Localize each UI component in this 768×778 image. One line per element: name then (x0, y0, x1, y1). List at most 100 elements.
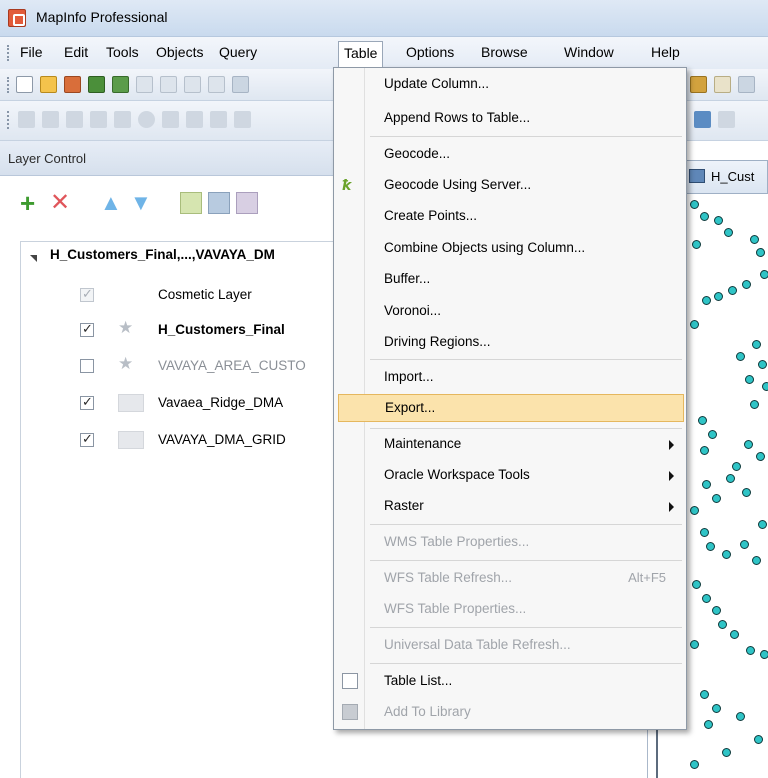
menu-edit[interactable]: Edit (58, 43, 94, 61)
menu-item-combine-objects[interactable]: Combine Objects using Column... (334, 234, 686, 262)
chart-icon[interactable] (690, 76, 707, 93)
new-map-icon[interactable] (88, 76, 105, 93)
map-point (754, 735, 763, 744)
reshape-icon[interactable] (694, 111, 711, 128)
layer-name: Vavaea_Ridge_DMA (158, 395, 284, 410)
menu-tools[interactable]: Tools (100, 43, 145, 61)
star-icon: ★ (118, 318, 134, 337)
menu-table[interactable]: Table (338, 41, 384, 67)
star-icon: ★ (118, 354, 134, 373)
menu-item-oracle-workspace-tools[interactable]: Oracle Workspace Tools (334, 461, 686, 489)
menu-query[interactable]: Query (213, 43, 263, 61)
menu-item-append-rows[interactable]: Append Rows to Table... (334, 104, 686, 132)
menu-window[interactable]: Window (558, 43, 620, 61)
menu-item-import[interactable]: Import... (334, 363, 686, 391)
new-grapher-icon[interactable] (112, 76, 129, 93)
menu-item-label: Create Points... (384, 208, 478, 223)
browser-icon[interactable] (714, 76, 731, 93)
ellipse-tool-icon[interactable] (138, 111, 155, 128)
label-properties-icon[interactable] (236, 192, 258, 214)
layout-icon[interactable] (738, 76, 755, 93)
polyline-tool-icon[interactable] (66, 111, 83, 128)
menu-item-label: Import... (384, 369, 434, 384)
arc-tool-icon[interactable] (90, 111, 107, 128)
layer-visibility-checkbox[interactable] (80, 359, 94, 373)
zoom-icon[interactable] (160, 76, 177, 93)
add-layer-icon[interactable]: + (20, 190, 42, 216)
polygon-tool-icon[interactable] (114, 111, 131, 128)
map-point (760, 650, 768, 659)
menu-item-maintenance[interactable]: Maintenance (334, 430, 686, 458)
mapinfo-app-icon[interactable] (8, 9, 26, 27)
menu-item-buffer[interactable]: Buffer... (334, 265, 686, 293)
map-point (746, 646, 755, 655)
menu-item-label: Append Rows to Table... (384, 110, 531, 125)
toolbar-grip[interactable] (7, 77, 10, 93)
menu-item-label: WMS Table Properties... (384, 534, 530, 549)
remove-layer-icon[interactable]: ✕ (50, 191, 72, 215)
layer-row-vavaea-ridge-dma[interactable]: Vavaea_Ridge_DMA (0, 393, 340, 415)
rounded-rectangle-tool-icon[interactable] (186, 111, 203, 128)
menu-item-update-column[interactable]: Update Column... (334, 70, 686, 98)
add-node-icon[interactable] (718, 111, 735, 128)
map-point (736, 352, 745, 361)
layer-row-h-customers-final[interactable]: ★ H_Customers_Final (0, 318, 340, 342)
table-list-icon (342, 673, 358, 689)
select-icon[interactable] (136, 76, 153, 93)
layer-row-cosmetic[interactable]: Cosmetic Layer (0, 285, 340, 307)
map-point (728, 286, 737, 295)
rectangle-tool-icon[interactable] (162, 111, 179, 128)
save-icon[interactable] (208, 76, 225, 93)
menu-item-geocode[interactable]: Geocode... (334, 140, 686, 168)
open-workspace-icon[interactable] (64, 76, 81, 93)
text-tool-icon[interactable] (210, 111, 227, 128)
layer-row-vavaya-dma-grid[interactable]: VAVAYA_DMA_GRID (0, 430, 340, 452)
menu-options[interactable]: Options (400, 43, 460, 61)
map-point (692, 240, 701, 249)
info-icon[interactable] (184, 76, 201, 93)
menu-item-export[interactable]: Export... (338, 394, 684, 422)
map-window-tab[interactable]: H_Cust (680, 160, 768, 194)
menu-item-universal-data-table-refresh[interactable]: Universal Data Table Refresh... (334, 631, 686, 659)
layer-visibility-checkbox[interactable] (80, 321, 94, 337)
menu-item-driving-regions[interactable]: Driving Regions... (334, 328, 686, 356)
map-point (702, 296, 711, 305)
menu-item-add-to-library[interactable]: Add To Library (334, 698, 686, 726)
menu-separator (370, 663, 682, 664)
grid-layer-icon (118, 431, 144, 449)
menu-item-table-list[interactable]: Table List... (334, 667, 686, 695)
menu-item-raster[interactable]: Raster (334, 492, 686, 520)
print-icon[interactable] (232, 76, 249, 93)
drawing-toolbar-grip[interactable] (7, 111, 10, 129)
map-point (714, 216, 723, 225)
layer-row-vavaya-area-custo[interactable]: ★ VAVAYA_AREA_CUSTO (0, 354, 340, 378)
layer-tree-root[interactable]: H_Customers_Final,...,VAVAYA_DM (50, 247, 275, 262)
map-point (690, 760, 699, 769)
frame-tool-icon[interactable] (234, 111, 251, 128)
menu-item-voronoi[interactable]: Voronoi... (334, 297, 686, 325)
map-point (762, 382, 768, 391)
new-table-icon[interactable] (16, 76, 33, 93)
move-layer-up-icon[interactable]: ▲ (100, 192, 122, 214)
line-tool-icon[interactable] (42, 111, 59, 128)
open-folder-icon[interactable] (40, 76, 57, 93)
menu-file[interactable]: File (14, 43, 49, 61)
menu-browse[interactable]: Browse (475, 43, 534, 61)
menu-item-geocode-using-server[interactable]: ꝁ Geocode Using Server... (334, 171, 686, 199)
symbol-tool-icon[interactable] (18, 111, 35, 128)
display-properties-icon[interactable] (208, 192, 230, 214)
tree-expand-icon[interactable] (30, 255, 37, 262)
menu-item-wfs-table-refresh[interactable]: WFS Table Refresh... Alt+F5 (334, 564, 686, 592)
menubar-grip[interactable] (7, 45, 10, 61)
layer-visibility-checkbox[interactable] (80, 286, 94, 302)
layer-visibility-checkbox[interactable] (80, 431, 94, 447)
layer-visibility-checkbox[interactable] (80, 394, 94, 410)
menu-item-create-points[interactable]: Create Points... (334, 202, 686, 230)
menu-item-wms-table-properties[interactable]: WMS Table Properties... (334, 528, 686, 556)
menu-help[interactable]: Help (645, 43, 686, 61)
map-point (708, 430, 717, 439)
menu-objects[interactable]: Objects (150, 43, 209, 61)
menu-item-wfs-table-properties[interactable]: WFS Table Properties... (334, 595, 686, 623)
layer-properties-icon[interactable] (180, 192, 202, 214)
move-layer-down-icon[interactable]: ▼ (130, 192, 152, 214)
